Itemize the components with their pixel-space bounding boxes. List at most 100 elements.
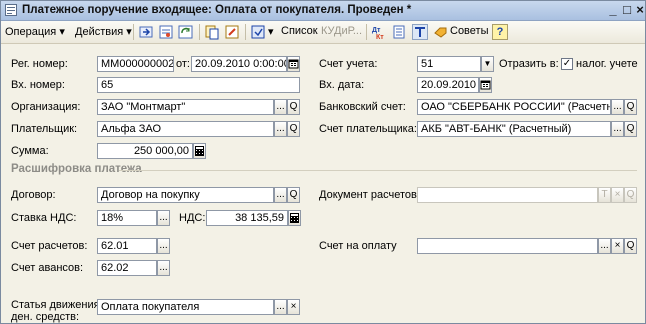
toolbar-separator <box>133 24 134 40</box>
search-icon[interactable]: Q <box>624 99 637 115</box>
actions-menu[interactable]: Действия ▾ <box>75 25 132 38</box>
payer-select-button[interactable]: ... <box>274 121 287 137</box>
search-icon[interactable]: Q <box>287 121 300 137</box>
bank-account-select-button[interactable]: ... <box>611 99 624 115</box>
search-icon[interactable]: Q <box>624 187 637 203</box>
settlement-doc-field[interactable] <box>417 187 598 203</box>
advance-account-field[interactable]: 62.02 <box>97 260 157 276</box>
cash-flow-label: Статья движения ден. средств: <box>11 299 100 323</box>
document-icon <box>5 4 17 16</box>
search-icon[interactable]: Q <box>624 238 637 254</box>
clear-icon[interactable]: × <box>611 238 624 254</box>
in-date-label: Вх. дата: <box>319 79 365 91</box>
organization-field[interactable]: ЗАО "Монтмарт" <box>97 99 274 115</box>
operation-menu-label: Операция <box>5 26 57 38</box>
amount-field[interactable]: 250 000,00 <box>97 143 193 159</box>
clear-icon[interactable]: × <box>611 187 624 203</box>
bank-account-field[interactable]: ОАО "СБЕРБАНК РОССИИ" (Расчетный) <box>417 99 611 115</box>
vat-rate-select-button[interactable]: ... <box>157 210 170 226</box>
settlement-account-field[interactable]: 62.01 <box>97 238 157 254</box>
invoice-select-button[interactable]: ... <box>598 238 611 254</box>
reflect-label: Отразить в: <box>499 58 559 70</box>
contract-label: Договор: <box>11 189 56 201</box>
reg-number-field[interactable]: ММ000000002 <box>97 56 174 72</box>
text-type-icon[interactable]: T <box>598 187 611 203</box>
toolbar-separator <box>199 24 200 40</box>
contract-field[interactable]: Договор на покупку <box>97 187 274 203</box>
reg-number-label: Рег. номер: <box>11 58 68 70</box>
search-icon[interactable]: Q <box>287 99 300 115</box>
report-dropdown[interactable]: ▾ <box>268 25 274 38</box>
svg-text:Дт: Дт <box>372 27 381 34</box>
advance-account-select-button[interactable]: ... <box>157 260 170 276</box>
payer-field[interactable]: Альфа ЗАО <box>97 121 274 137</box>
structure-icon[interactable] <box>391 24 407 40</box>
list-button[interactable]: Список <box>281 25 318 37</box>
organization-label: Организация: <box>11 101 81 113</box>
contract-select-button[interactable]: ... <box>274 187 287 203</box>
section-divider <box>119 170 637 171</box>
reg-date-field[interactable]: 20.09.2010 0:00:00 <box>191 56 287 72</box>
report-icon[interactable] <box>250 24 266 40</box>
close-icon[interactable]: × <box>632 2 645 18</box>
toolbar-separator <box>245 24 246 40</box>
search-icon[interactable]: Q <box>287 187 300 203</box>
operation-menu[interactable]: Операция ▾ <box>5 25 65 38</box>
tax-accounting-checkbox[interactable]: ✓ <box>561 58 573 70</box>
clear-icon[interactable]: × <box>287 299 300 315</box>
account-field[interactable]: 51 <box>417 56 481 72</box>
refresh-icon[interactable] <box>178 24 194 40</box>
kudir-button[interactable]: КУДиР... <box>321 25 362 37</box>
toolbar-separator <box>366 24 367 40</box>
window-title: Платежное поручение входящее: Оплата от … <box>22 4 412 16</box>
toolbar: Операция ▾ Действия ▾ ▾ Список КУДиР... … <box>1 21 645 44</box>
vat-field[interactable]: 38 135,59 <box>206 210 288 226</box>
settlement-doc-label: Документ расчетов: <box>319 189 420 201</box>
calculator-icon[interactable] <box>288 210 301 226</box>
payer-account-select-button[interactable]: ... <box>611 121 624 137</box>
invoice-account-field[interactable] <box>417 238 598 254</box>
search-icon[interactable]: Q <box>624 121 637 137</box>
bank-account-label: Банковский счет: <box>319 101 406 113</box>
invoice-account-label: Счет на оплату <box>319 240 397 252</box>
chevron-down-icon[interactable]: ▼ <box>481 56 494 72</box>
vat-rate-label: Ставка НДС: <box>11 212 77 224</box>
payer-account-label: Счет плательщика: <box>319 123 417 135</box>
cash-flow-label-line2: ден. средств: <box>11 311 80 323</box>
document-window: Платежное поручение входящее: Оплата от … <box>0 0 646 324</box>
payer-account-field[interactable]: АКБ "АВТ-БАНК" (Расчетный) <box>417 121 611 137</box>
in-date-field[interactable]: 20.09.2010 <box>417 77 479 93</box>
in-number-field[interactable]: 65 <box>97 77 300 93</box>
dt-kt-icon[interactable]: Дт Кт <box>371 24 387 40</box>
reg-date-from-label: от: <box>176 58 190 70</box>
print-form-icon[interactable] <box>158 24 174 40</box>
based-on-icon[interactable] <box>204 24 220 40</box>
calendar-icon[interactable] <box>479 77 492 93</box>
amount-label: Сумма: <box>11 145 49 157</box>
vat-label: НДС: <box>179 212 206 224</box>
settlement-account-label: Счет расчетов: <box>11 240 88 252</box>
text-format-icon[interactable] <box>412 24 428 40</box>
title-bar: Платежное поручение входящее: Оплата от … <box>1 1 645 21</box>
svg-text:Кт: Кт <box>376 34 384 40</box>
account-label: Счет учета: <box>319 58 378 70</box>
in-number-label: Вх. номер: <box>11 79 65 91</box>
payer-label: Плательщик: <box>11 123 78 135</box>
organization-select-button[interactable]: ... <box>274 99 287 115</box>
actions-menu-label: Действия <box>75 26 124 38</box>
section-title: Расшифровка платежа <box>11 163 142 175</box>
advice-icon[interactable] <box>433 24 449 40</box>
calendar-icon[interactable] <box>287 56 300 72</box>
vat-rate-field[interactable]: 18% <box>97 210 157 226</box>
cash-flow-label-line1: Статья движения <box>11 299 100 311</box>
help-icon[interactable]: ? <box>492 24 508 40</box>
advance-account-label: Счет авансов: <box>11 262 84 274</box>
post-doc-icon[interactable] <box>138 24 154 40</box>
cash-flow-select-button[interactable]: ... <box>274 299 287 315</box>
advice-button[interactable]: Советы <box>450 25 488 37</box>
movements-icon[interactable] <box>224 24 240 40</box>
tax-accounting-label: налог. учете <box>576 58 638 70</box>
calculator-icon[interactable] <box>193 143 206 159</box>
cash-flow-field[interactable]: Оплата покупателя <box>97 299 274 315</box>
settlement-account-select-button[interactable]: ... <box>157 238 170 254</box>
